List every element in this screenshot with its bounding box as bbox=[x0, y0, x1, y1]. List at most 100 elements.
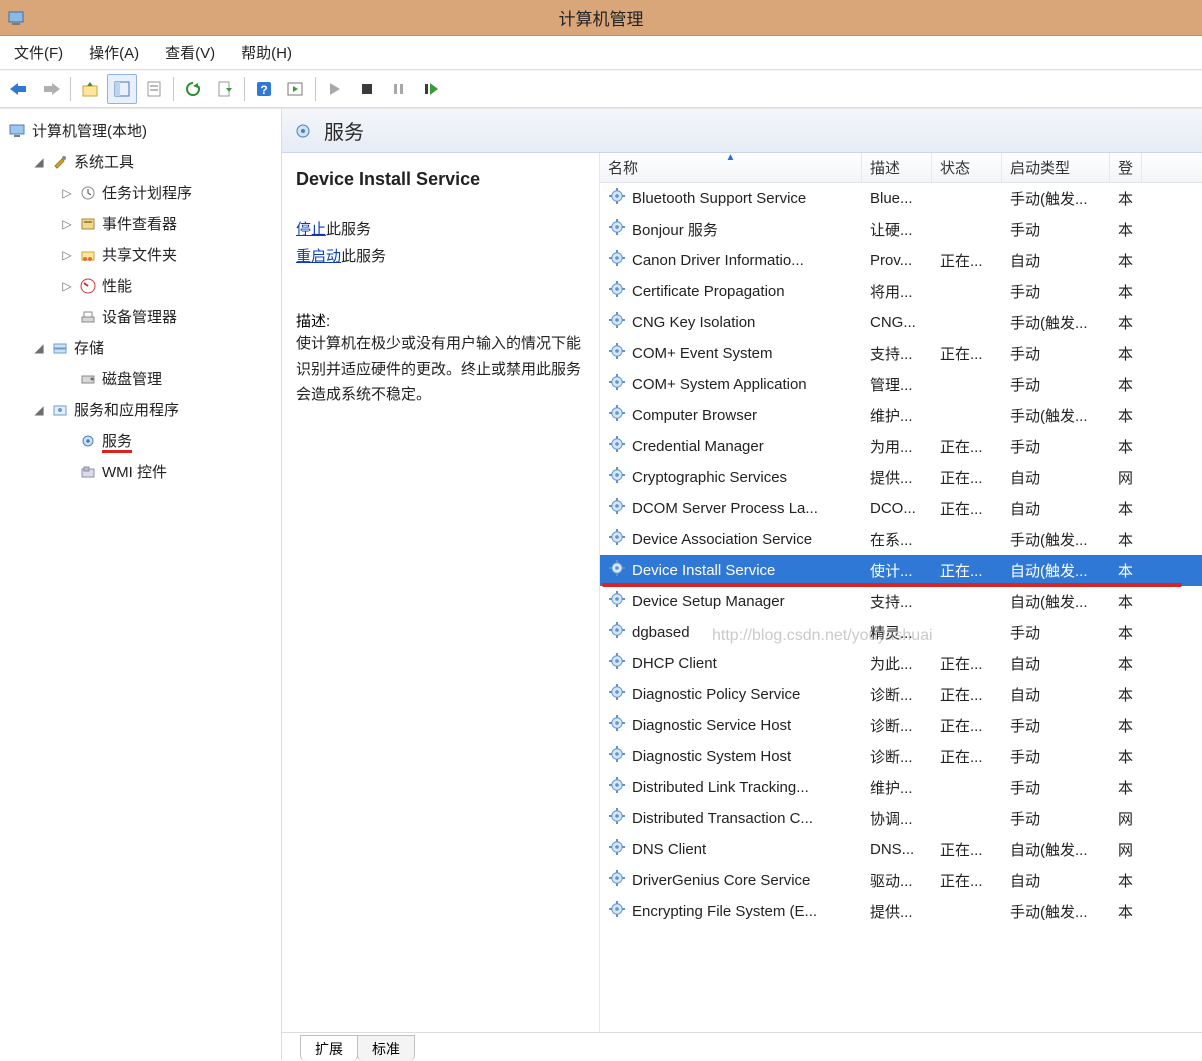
service-row[interactable]: Encrypting File System (E...提供...手动(触发..… bbox=[600, 896, 1202, 927]
pane-title: 服务 bbox=[324, 116, 364, 145]
tab-standard[interactable]: 标准 bbox=[357, 1035, 415, 1061]
clock-icon bbox=[78, 183, 98, 203]
service-row[interactable]: Diagnostic Policy Service诊断...正在...自动本 bbox=[600, 679, 1202, 710]
service-row[interactable]: Device Association Service在系...手动(触发...本 bbox=[600, 524, 1202, 555]
service-row[interactable]: Bluetooth Support ServiceBlue...手动(触发...… bbox=[600, 183, 1202, 214]
toolbar-help-button[interactable]: ? bbox=[249, 74, 279, 104]
tree-shared-folders[interactable]: ▷ 共享文件夹 bbox=[2, 239, 279, 270]
stop-link[interactable]: 停止 bbox=[296, 221, 326, 238]
service-row[interactable]: Diagnostic Service Host诊断...正在...手动本 bbox=[600, 710, 1202, 741]
menu-view[interactable]: 查看(V) bbox=[157, 39, 223, 66]
service-row[interactable]: Credential Manager为用...正在...手动本 bbox=[600, 431, 1202, 462]
service-status: 正在... bbox=[932, 498, 1002, 519]
service-row[interactable]: CNG Key IsolationCNG...手动(触发...本 bbox=[600, 307, 1202, 338]
toolbar-stop-button[interactable] bbox=[352, 74, 382, 104]
service-desc: 支持... bbox=[862, 591, 932, 612]
service-logon: 本 bbox=[1110, 436, 1142, 457]
expand-icon[interactable]: ◢ bbox=[32, 403, 46, 417]
column-desc[interactable]: 描述 bbox=[862, 153, 932, 182]
toolbar-play-button[interactable] bbox=[320, 74, 350, 104]
service-logon: 网 bbox=[1110, 839, 1142, 860]
tree-root-label: 计算机管理(本地) bbox=[32, 120, 147, 141]
service-name: Distributed Transaction C... bbox=[632, 810, 813, 827]
service-row[interactable]: COM+ System Application管理...手动本 bbox=[600, 369, 1202, 400]
tree-services[interactable]: 服务 bbox=[2, 425, 279, 456]
expand-icon[interactable]: ▷ bbox=[60, 248, 74, 262]
service-row[interactable]: COM+ Event System支持...正在...手动本 bbox=[600, 338, 1202, 369]
toolbar: ? bbox=[0, 70, 1202, 108]
toolbar-up-button[interactable] bbox=[75, 74, 105, 104]
toolbar-manage-button[interactable] bbox=[281, 74, 311, 104]
service-name: Cryptographic Services bbox=[632, 469, 787, 486]
service-row[interactable]: Device Install Service使计...正在...自动(触发...… bbox=[600, 555, 1202, 586]
service-row[interactable]: Certificate Propagation将用...手动本 bbox=[600, 276, 1202, 307]
expand-icon[interactable]: ▷ bbox=[60, 279, 74, 293]
service-row[interactable]: Diagnostic System Host诊断...正在...手动本 bbox=[600, 741, 1202, 772]
service-startup: 自动 bbox=[1002, 250, 1110, 271]
service-name: CNG Key Isolation bbox=[632, 314, 755, 331]
toolbar-pause-button[interactable] bbox=[384, 74, 414, 104]
service-desc: 诊断... bbox=[862, 684, 932, 705]
service-logon: 本 bbox=[1110, 684, 1142, 705]
service-logon: 本 bbox=[1110, 374, 1142, 395]
service-name: Distributed Link Tracking... bbox=[632, 779, 809, 796]
column-logon[interactable]: 登 bbox=[1110, 153, 1142, 182]
service-row[interactable]: DCOM Server Process La...DCO...正在...自动本 bbox=[600, 493, 1202, 524]
service-logon: 本 bbox=[1110, 746, 1142, 767]
service-logon: 本 bbox=[1110, 901, 1142, 922]
expand-icon[interactable]: ▷ bbox=[60, 217, 74, 231]
service-row[interactable]: Computer Browser维护...手动(触发...本 bbox=[600, 400, 1202, 431]
expand-icon[interactable]: ▷ bbox=[60, 186, 74, 200]
service-desc: 为此... bbox=[862, 653, 932, 674]
tree-wmi[interactable]: WMI 控件 bbox=[2, 456, 279, 487]
column-startup[interactable]: 启动类型 bbox=[1002, 153, 1110, 182]
tab-extended[interactable]: 扩展 bbox=[300, 1035, 358, 1061]
service-name: Bonjour 服务 bbox=[632, 219, 718, 240]
service-row[interactable]: Canon Driver Informatio...Prov...正在...自动… bbox=[600, 245, 1202, 276]
tree-services-apps[interactable]: ◢ 服务和应用程序 bbox=[2, 394, 279, 425]
tree-event-viewer[interactable]: ▷ 事件查看器 bbox=[2, 208, 279, 239]
menu-action[interactable]: 操作(A) bbox=[81, 39, 147, 66]
service-desc: 使计... bbox=[862, 560, 932, 581]
service-row[interactable]: Distributed Transaction C...协调...手动网 bbox=[600, 803, 1202, 834]
services-list-body[interactable]: Bluetooth Support ServiceBlue...手动(触发...… bbox=[600, 183, 1202, 1032]
gear-icon bbox=[608, 311, 626, 333]
tree-system-tools[interactable]: ◢ 系统工具 bbox=[2, 146, 279, 177]
service-logon: 本 bbox=[1110, 219, 1142, 240]
restart-link[interactable]: 重启动 bbox=[296, 248, 341, 265]
service-row[interactable]: DHCP Client为此...正在...自动本 bbox=[600, 648, 1202, 679]
service-name: Encrypting File System (E... bbox=[632, 903, 817, 920]
service-row[interactable]: DNS ClientDNS...正在...自动(触发...网 bbox=[600, 834, 1202, 865]
toolbar-properties-button[interactable] bbox=[139, 74, 169, 104]
expand-icon[interactable]: ◢ bbox=[32, 341, 46, 355]
device-manager-icon bbox=[78, 307, 98, 327]
service-row[interactable]: Bonjour 服务让硬...手动本 bbox=[600, 214, 1202, 245]
toolbar-refresh-button[interactable] bbox=[178, 74, 208, 104]
service-desc: 提供... bbox=[862, 901, 932, 922]
toolbar-export-button[interactable] bbox=[210, 74, 240, 104]
tree-disk-management[interactable]: 磁盘管理 bbox=[2, 363, 279, 394]
expand-icon[interactable]: ◢ bbox=[32, 155, 46, 169]
service-row[interactable]: DriverGenius Core Service驱动...正在...自动本 bbox=[600, 865, 1202, 896]
service-desc: Blue... bbox=[862, 190, 932, 207]
menu-file[interactable]: 文件(F) bbox=[6, 39, 71, 66]
toolbar-restart-button[interactable] bbox=[416, 74, 446, 104]
service-desc: 支持... bbox=[862, 343, 932, 364]
tree-storage[interactable]: ◢ 存储 bbox=[2, 332, 279, 363]
tree-task-scheduler[interactable]: ▷ 任务计划程序 bbox=[2, 177, 279, 208]
menu-help[interactable]: 帮助(H) bbox=[233, 39, 300, 66]
service-status: 正在... bbox=[932, 715, 1002, 736]
service-row[interactable]: Device Setup Manager支持...自动(触发...本 bbox=[600, 586, 1202, 617]
service-row[interactable]: dgbased精灵...手动本 bbox=[600, 617, 1202, 648]
tree-performance[interactable]: ▷ 性能 bbox=[2, 270, 279, 301]
service-startup: 手动 bbox=[1002, 808, 1110, 829]
toolbar-forward-button[interactable] bbox=[36, 74, 66, 104]
tree-device-manager[interactable]: 设备管理器 bbox=[2, 301, 279, 332]
column-status[interactable]: 状态 bbox=[932, 153, 1002, 182]
column-name[interactable]: ▲名称 bbox=[600, 153, 862, 182]
service-row[interactable]: Cryptographic Services提供...正在...自动网 bbox=[600, 462, 1202, 493]
service-row[interactable]: Distributed Link Tracking...维护...手动本 bbox=[600, 772, 1202, 803]
tree-root[interactable]: 计算机管理(本地) bbox=[2, 115, 279, 146]
toolbar-back-button[interactable] bbox=[4, 74, 34, 104]
toolbar-show-console-tree-button[interactable] bbox=[107, 74, 137, 104]
